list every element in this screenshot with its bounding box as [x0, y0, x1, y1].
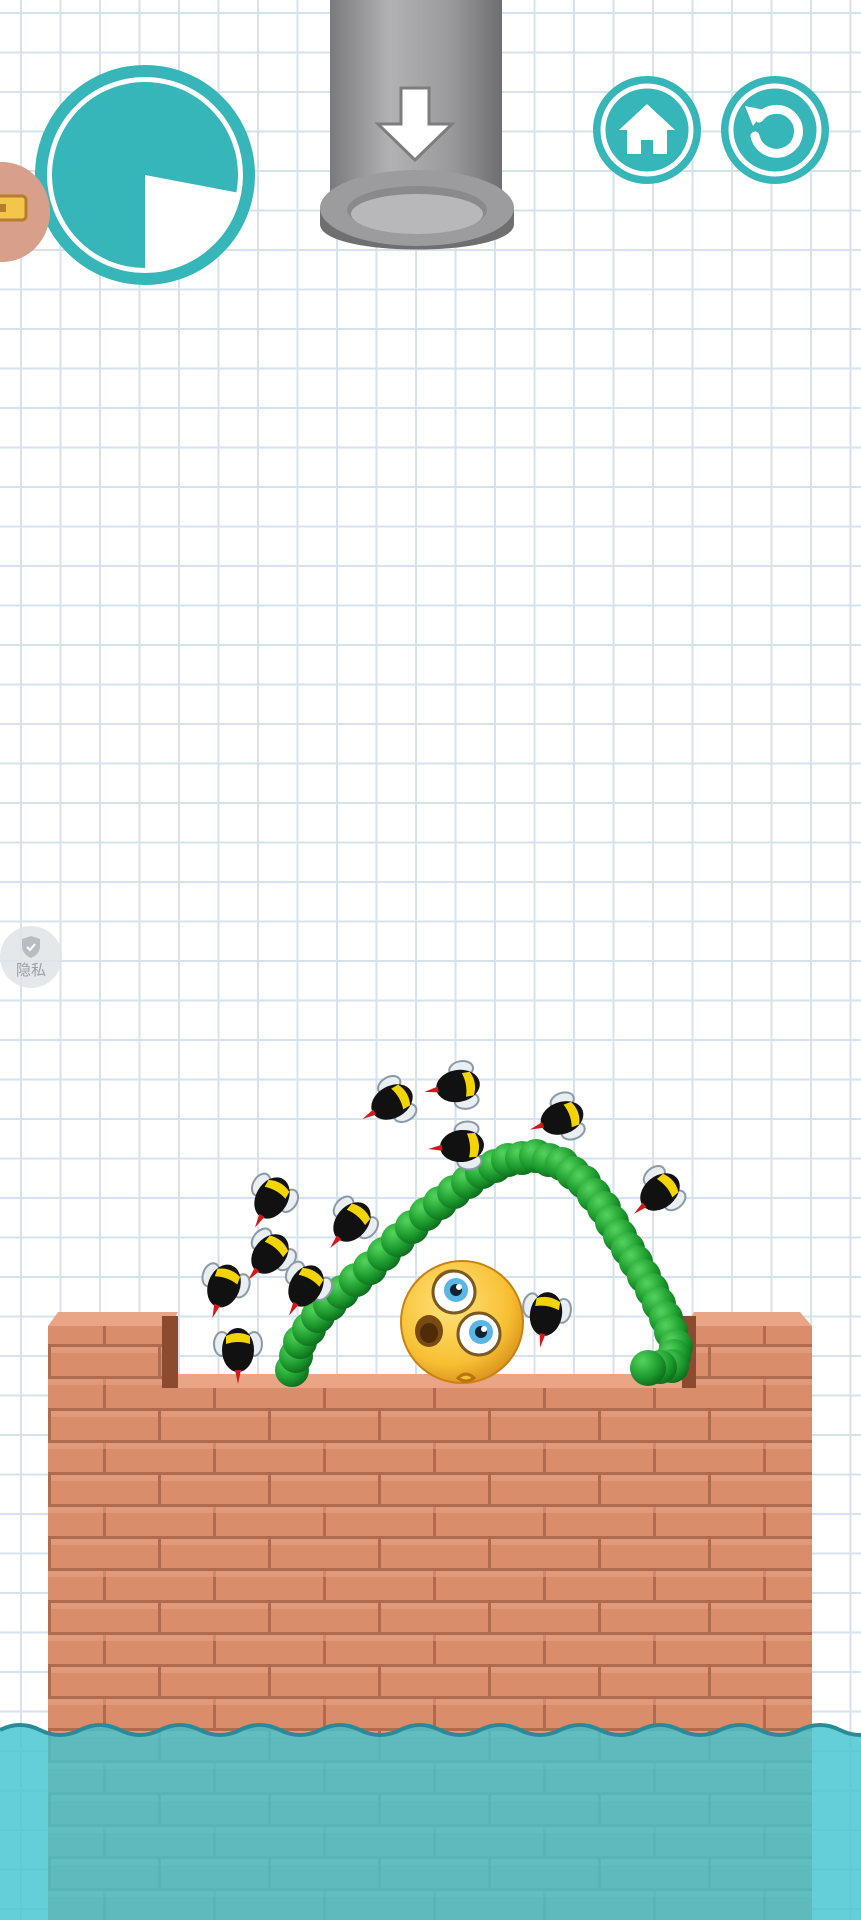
- bee: [522, 1292, 572, 1348]
- bee: [362, 1074, 418, 1124]
- bee: [201, 1262, 251, 1318]
- water: [0, 1723, 861, 1920]
- bee: [424, 1060, 480, 1110]
- bee: [633, 1165, 687, 1214]
- scared-emoji: [400, 1260, 524, 1384]
- right-eye: [456, 1311, 502, 1357]
- bee: [428, 1120, 484, 1171]
- left-eye: [431, 1269, 477, 1315]
- bead: [630, 1350, 666, 1386]
- game-scene: [0, 1060, 861, 1920]
